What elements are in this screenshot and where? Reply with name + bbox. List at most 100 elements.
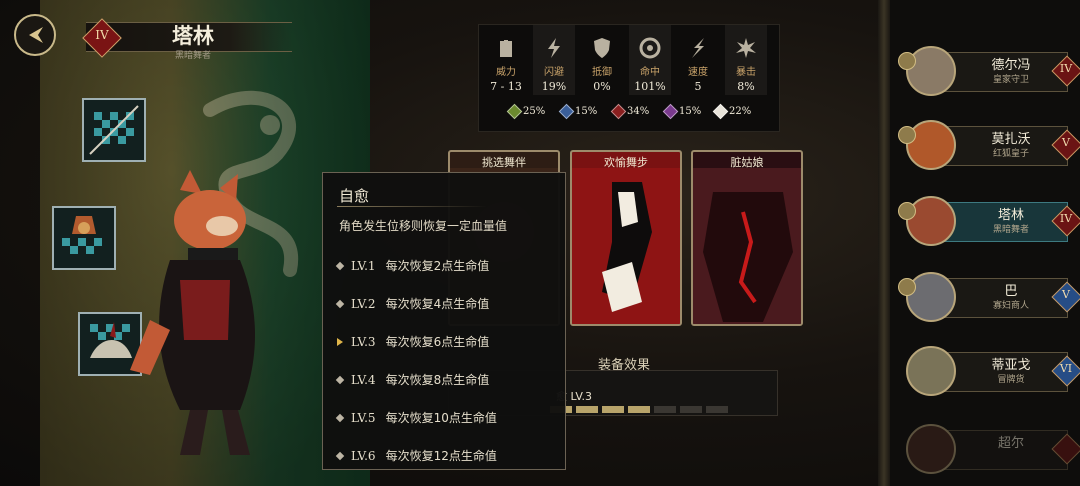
roster-item[interactable]: 莫扎沃 红狐皇子 V — [898, 118, 1080, 174]
stat-label: 抵御 — [592, 67, 612, 78]
resistance-value: 15% — [679, 105, 702, 117]
tooltip-title: 自愈 — [339, 187, 370, 205]
resistance-move: 22% — [712, 103, 752, 119]
card-art-icon — [693, 168, 801, 324]
level-name: LV.6 — [351, 448, 376, 463]
rank-label: V — [1062, 288, 1070, 301]
roster-name: 莫扎沃 — [991, 132, 1031, 147]
resistance-value: 25% — [523, 105, 546, 117]
resistance-value: 22% — [729, 105, 752, 117]
stat-value: 5 — [694, 80, 702, 93]
resistance-stun: 15% — [558, 103, 597, 119]
card-title: 挑选舞伴 — [482, 156, 526, 169]
stat-value: 8% — [737, 80, 755, 93]
equip-progress-segment — [576, 406, 598, 413]
roster-item[interactable]: 蒂亚戈 冒牌货 VI — [898, 344, 1080, 400]
hero-class: 黑暗舞者 — [174, 51, 211, 61]
card-title: 欢愉舞步 — [604, 156, 648, 169]
blight-icon — [506, 103, 523, 119]
card-dirty-girl[interactable]: 脏姑娘 — [691, 150, 803, 326]
level-effect: 每次恢复4点生命值 — [385, 297, 490, 311]
rank-label: VI — [1059, 362, 1073, 375]
stat-value: 0% — [593, 80, 611, 93]
stat-power: 威力 7 - 13 — [485, 25, 527, 95]
equip-progress-segment — [680, 406, 702, 413]
level-effect: 每次恢复12点生命值 — [385, 449, 497, 463]
stat-label: 暴击 — [736, 67, 756, 78]
diamond-bullet-icon — [335, 451, 345, 460]
diamond-bullet-icon — [335, 261, 345, 270]
resistance-blight: 25% — [506, 103, 546, 119]
game-screen: IV 塔林 黑暗舞者 威力 7 - 13 闪避 19% 抵御 0% 命中 101… — [0, 0, 1080, 486]
hero-character-art — [130, 170, 255, 455]
level-row: LV.4 每次恢复8点生命值 — [335, 371, 489, 388]
stat-accuracy: 命中 101% — [629, 25, 671, 95]
stat-crit: 暴击 8% — [725, 25, 767, 95]
gear-icon — [898, 52, 916, 70]
roster-name: 巴 — [1004, 284, 1018, 299]
level-effect: 每次恢复6点生命值 — [385, 335, 490, 349]
roster-item[interactable]: 超尔 — [898, 422, 1080, 478]
back-button[interactable] — [14, 14, 56, 56]
level-name: LV.3 — [351, 334, 376, 349]
stat-value: 19% — [541, 80, 567, 93]
roster-title: 冒牌货 — [997, 375, 1025, 385]
level-row: LV.5 每次恢复10点生命值 — [335, 409, 497, 426]
level-effect: 每次恢复2点生命值 — [385, 259, 490, 273]
skill-slot-2[interactable] — [52, 206, 116, 270]
stat-dodge: 闪避 19% — [533, 25, 575, 95]
level-name: LV.2 — [351, 296, 376, 311]
level-name: LV.1 — [351, 258, 376, 273]
level-row: LV.2 每次恢复4点生命值 — [335, 295, 490, 312]
gear-icon — [898, 126, 916, 144]
roster-title: 寡妇商人 — [992, 301, 1029, 311]
roster-name: 超尔 — [997, 436, 1024, 451]
stat-value: 101% — [634, 80, 666, 93]
shield-icon — [594, 38, 610, 58]
roster-name: 塔林 — [997, 208, 1024, 223]
roster-title: 黑暗舞者 — [992, 225, 1029, 235]
equip-progress-segment — [706, 406, 728, 413]
roster-item-active[interactable]: 塔林 黑暗舞者 IV — [898, 194, 1080, 250]
diamond-bullet-icon — [335, 413, 345, 422]
stat-label: 闪避 — [544, 67, 564, 78]
equip-progress-segment — [654, 406, 676, 413]
speed-icon — [692, 38, 704, 58]
skill-tooltip: 自愈 角色发生位移则恢复一定血量值 LV.1 每次恢复2点生命值 LV.2 每次恢复… — [322, 172, 566, 470]
stun-icon — [558, 103, 575, 119]
dancer-skill-icon — [54, 208, 114, 268]
gear-icon — [898, 202, 916, 220]
roster-title: 皇家守卫 — [992, 75, 1029, 85]
stat-speed: 速度 5 — [677, 25, 719, 95]
roster-item[interactable]: 德尔冯 皇家守卫 IV — [898, 44, 1080, 100]
level-row-active: LV.3 每次恢复6点生命值 — [337, 333, 489, 350]
rank-label: V — [1062, 136, 1070, 149]
equip-progress-segment — [628, 406, 650, 413]
fist-icon — [500, 40, 512, 57]
hero-portrait — [906, 346, 956, 396]
panel-divider — [878, 0, 890, 486]
flag-skill-icon — [84, 100, 144, 160]
equip-progress-segment — [602, 406, 624, 413]
level-row: LV.6 每次恢复12点生命值 — [335, 447, 497, 464]
back-arrow-icon — [29, 27, 43, 43]
target-icon — [639, 37, 661, 59]
hero-portrait — [906, 196, 956, 246]
arrow-bullet-icon — [337, 337, 343, 346]
tooltip-description: 角色发生位移则恢复一定血量值 — [339, 219, 508, 233]
stats-panel: 威力 7 - 13 闪避 19% 抵御 0% 命中 101% 速度 5 暴击 8… — [478, 24, 780, 132]
card-art-icon — [572, 168, 680, 324]
level-name: LV.5 — [351, 410, 376, 425]
hero-portrait — [906, 46, 956, 96]
diamond-bullet-icon — [335, 375, 345, 384]
roster-name: 德尔冯 — [991, 58, 1031, 73]
card-joyful-step[interactable]: 欢愉舞步 — [570, 150, 682, 326]
hero-name: 塔林 — [172, 24, 214, 48]
move-icon — [712, 103, 729, 119]
rank-label: IV — [95, 28, 109, 42]
skill-slot-1[interactable] — [82, 98, 146, 162]
tooltip-underline — [337, 206, 487, 207]
resistance-bleed: 34% — [610, 103, 649, 119]
roster-item[interactable]: 巴 寡妇商人 V — [898, 270, 1080, 326]
diamond-bullet-icon — [335, 299, 345, 308]
